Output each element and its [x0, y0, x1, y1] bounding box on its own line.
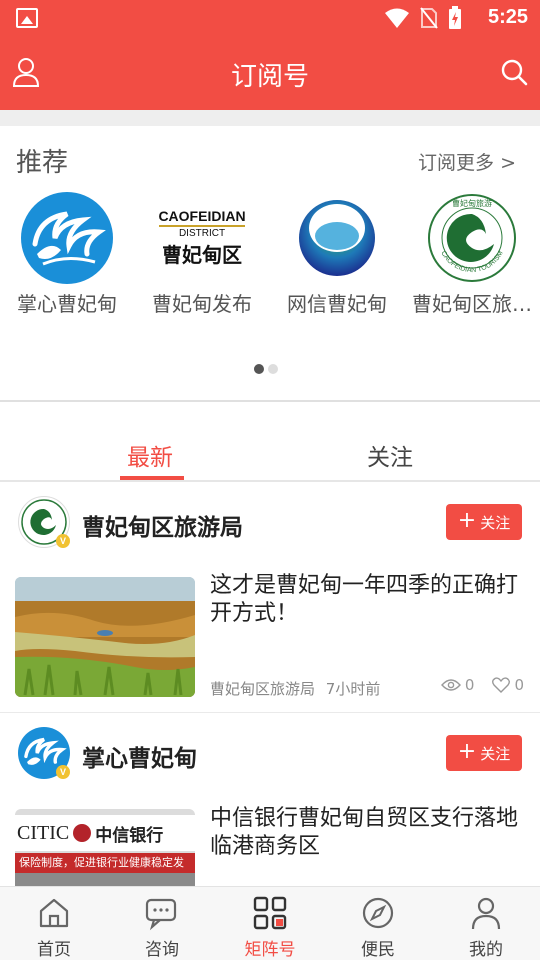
article-source: 曹妃甸区旅游局 — [210, 680, 316, 698]
pager-dot — [268, 364, 278, 374]
building-facade — [15, 873, 195, 886]
nav-label: 咨询 — [145, 940, 179, 960]
nav-label: 便民 — [361, 940, 395, 960]
account-name[interactable]: 掌心曹妃甸 — [82, 739, 197, 773]
battery-charging-icon — [449, 6, 461, 29]
nav-mine[interactable]: 我的 — [432, 887, 540, 960]
recommend-item[interactable]: 掌心曹妃甸 — [2, 192, 132, 317]
page-title: 订阅号 — [230, 62, 309, 92]
recommend-item[interactable]: CAOFEIDIAN DISTRICT 曹妃甸区 曹妃甸发布 — [137, 192, 267, 317]
nav-label: 首页 — [37, 940, 71, 960]
chat-icon — [145, 898, 177, 931]
plus-icon: + — [457, 508, 477, 533]
bank-sign: CITIC 中信银行 — [15, 815, 195, 851]
app-bar: 订阅号 — [0, 36, 540, 110]
no-sim-icon — [420, 7, 438, 29]
logo-text-district: DISTRICT — [178, 228, 226, 239]
clock: 5:25 — [487, 6, 528, 28]
compass-icon — [362, 897, 394, 929]
plus-icon: + — [457, 739, 477, 764]
image-notification-icon — [16, 8, 38, 28]
view-count: 0 — [464, 676, 475, 694]
wangxin-logo — [291, 192, 383, 284]
status-icons — [384, 6, 462, 30]
pager-dots — [254, 364, 278, 374]
subscribe-more-link[interactable]: 订阅更多 > — [418, 148, 516, 175]
follow-button[interactable]: + 关注 — [446, 504, 522, 540]
verified-badge: V — [56, 534, 70, 548]
article-thumbnail[interactable] — [15, 577, 195, 697]
wifi-icon — [385, 8, 409, 28]
sign-text-en: CITIC — [17, 821, 70, 844]
follow-button[interactable]: + 关注 — [446, 735, 522, 771]
pager-dot-active — [254, 364, 264, 374]
thumb-banner: 保险制度，促进银行业健康稳定发 — [15, 853, 195, 873]
caofeidian-release-logo: CAOFEIDIAN DISTRICT 曹妃甸区 — [152, 192, 252, 284]
section-spacer — [0, 110, 540, 126]
eye-icon — [440, 679, 461, 691]
tab-follow[interactable]: 关注 — [330, 438, 450, 472]
logo-text-en: CAOFEIDIAN — [158, 208, 246, 224]
article-time: 7小时前 — [325, 680, 381, 698]
recommend-item[interactable]: 网信曹妃甸 — [272, 192, 402, 317]
article-thumbnail[interactable]: CITIC 中信银行 保险制度，促进银行业健康稳定发 — [15, 809, 195, 886]
recommend-item-name: 曹妃甸发布 — [152, 292, 252, 316]
article-stats: 0 0 — [440, 676, 524, 694]
recommend-item-name: 网信曹妃甸 — [287, 292, 387, 316]
status-bar: 5:25 — [0, 0, 540, 36]
nav-matrix[interactable]: 矩阵号 — [216, 887, 324, 960]
nav-label: 我的 — [469, 940, 503, 960]
nav-label: 矩阵号 — [244, 940, 296, 960]
like-count: 0 — [514, 676, 524, 694]
recommend-item-name: 曹妃甸区旅… — [412, 292, 532, 316]
follow-label: 关注 — [480, 744, 511, 763]
article-meta: 曹妃甸区旅游局 7小时前 — [210, 678, 380, 699]
recommend-item[interactable]: 曹妃甸旅游 CAOFEIDIAN TOURISM 曹妃甸区旅… — [407, 192, 537, 317]
follow-label: 关注 — [480, 513, 511, 532]
logo-text-cn: 曹妃甸区 — [162, 243, 242, 267]
tourism-logo: 曹妃甸旅游 CAOFEIDIAN TOURISM — [426, 192, 518, 284]
recommend-title: 推荐 — [16, 148, 69, 178]
feed-card: V 曹妃甸区旅游局 + 关注 这才是曹妃甸一年四季的正确打开方式！ 曹妃甸区旅游… — [0, 482, 540, 712]
tab-latest[interactable]: 最新 — [90, 438, 210, 472]
section-divider — [0, 400, 540, 402]
logo-top-text: 曹妃甸旅游 — [452, 198, 492, 208]
verified-badge: V — [56, 765, 70, 779]
bottom-nav: 首页 咨询 矩阵号 便民 我的 — [0, 886, 540, 960]
logo-gold-rule — [159, 225, 245, 227]
zhangxin-logo — [21, 192, 113, 284]
search-icon[interactable] — [498, 56, 530, 88]
article-title[interactable]: 中信银行曹妃甸自贸区支行落地临港商务区 — [210, 805, 518, 861]
person-icon — [471, 897, 501, 930]
citic-logo-icon — [73, 824, 92, 842]
nav-consult[interactable]: 咨询 — [108, 887, 216, 960]
nav-home[interactable]: 首页 — [0, 887, 108, 960]
home-icon — [39, 898, 69, 928]
nav-service[interactable]: 便民 — [324, 887, 432, 960]
account-name[interactable]: 曹妃甸区旅游局 — [82, 508, 243, 542]
feed-card: V 掌心曹妃甸 + 关注 CITIC 中信银行 保险制度，促进银行业健康稳定发 … — [0, 713, 540, 886]
sign-text-cn: 中信银行 — [95, 825, 164, 846]
article-title[interactable]: 这才是曹妃甸一年四季的正确打开方式！ — [210, 572, 518, 628]
grid-icon — [253, 896, 287, 930]
heart-icon[interactable] — [492, 677, 511, 693]
recommend-item-name: 掌心曹妃甸 — [17, 292, 117, 316]
